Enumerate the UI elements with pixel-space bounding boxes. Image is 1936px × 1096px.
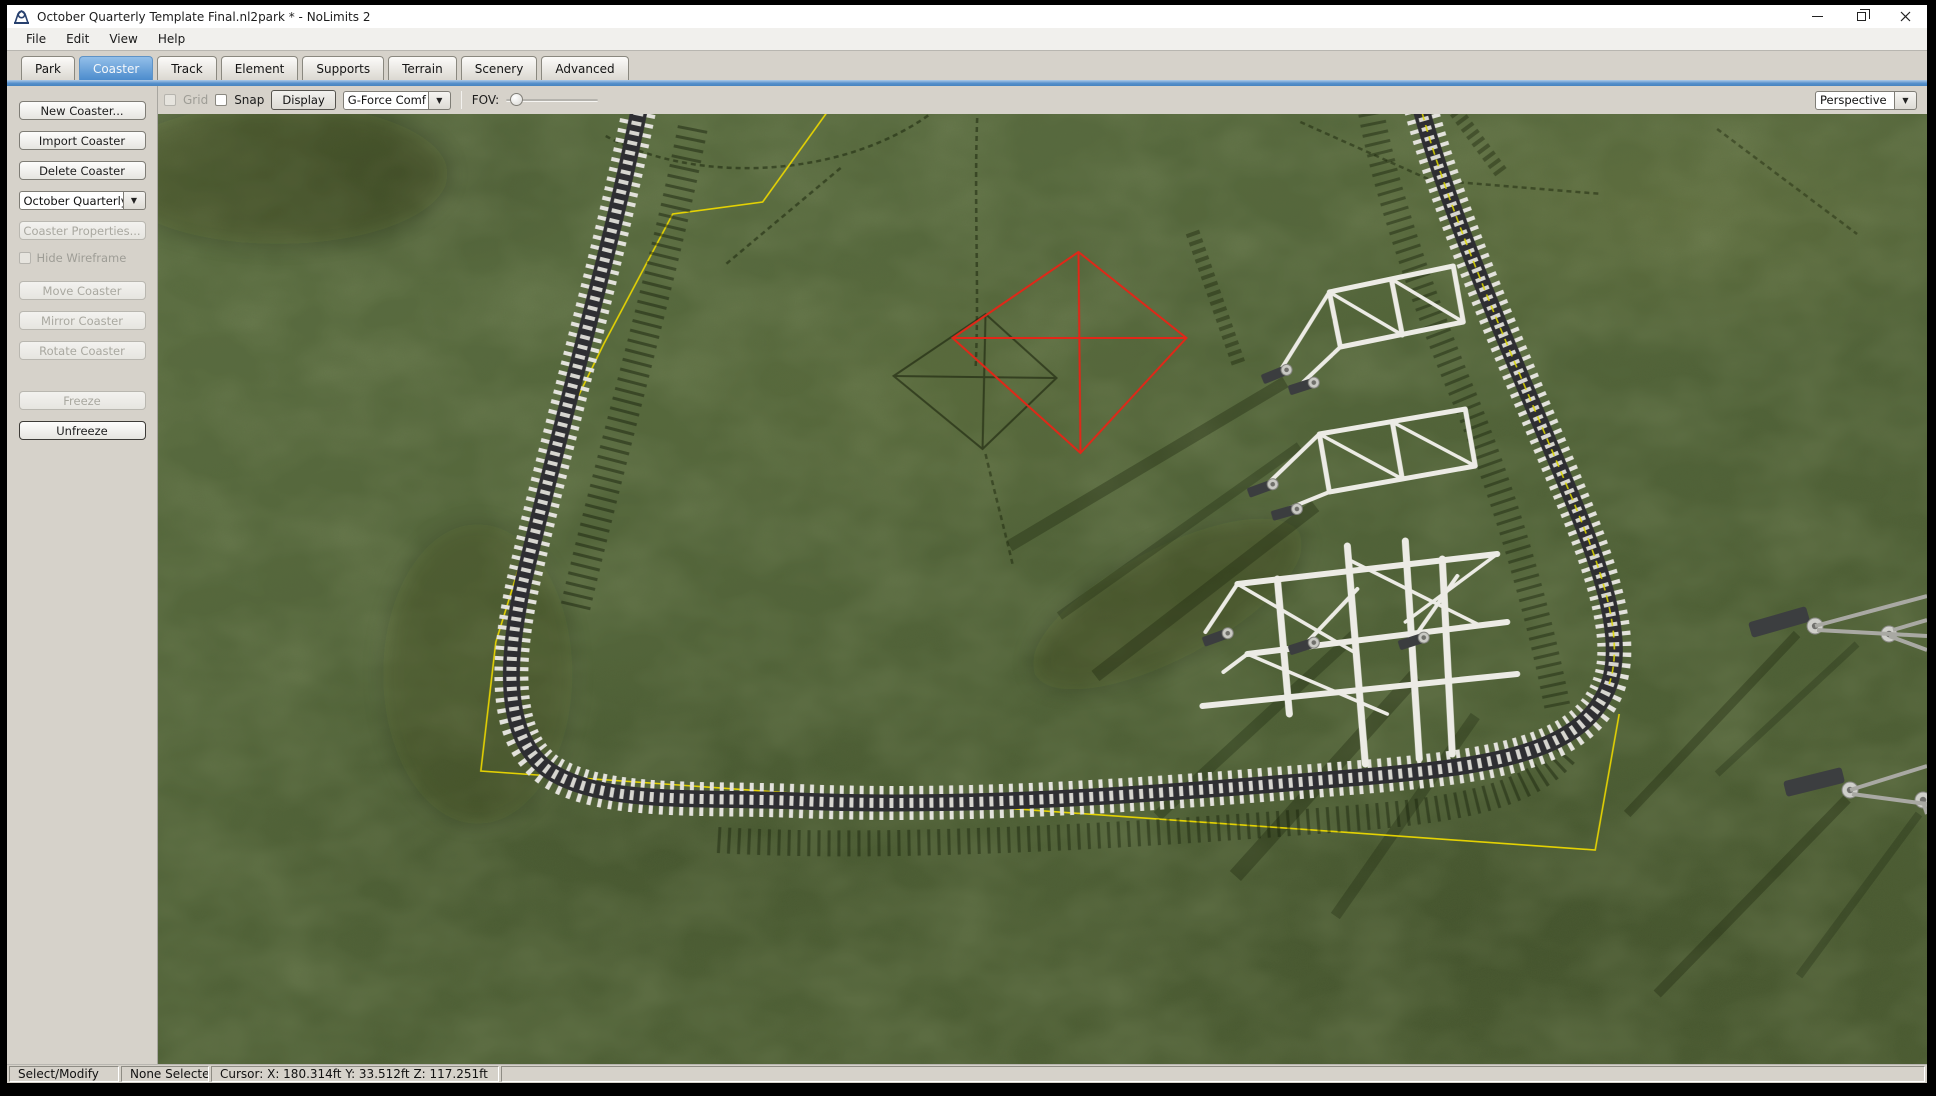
display-button[interactable]: Display: [271, 90, 335, 110]
restore-button[interactable]: [1839, 5, 1883, 28]
menu-bar: File Edit View Help: [7, 28, 1927, 51]
snap-checkbox[interactable]: [215, 94, 227, 106]
tab-bar: Park Coaster Track Element Supports Terr…: [7, 51, 1927, 80]
hide-wireframe-row: Hide Wireframe: [19, 251, 146, 265]
title-bar: October Quarterly Template Final.nl2park…: [7, 5, 1927, 28]
viewport-toolbar: Grid Snap Display G-Force Comf ▼ FOV: Pe…: [158, 86, 1927, 114]
snap-label: Snap: [234, 93, 264, 107]
chevron-down-icon[interactable]: ▼: [429, 91, 451, 110]
delete-coaster-button[interactable]: Delete Coaster: [19, 161, 146, 180]
camera-mode-value: Perspective: [1815, 91, 1895, 110]
menu-edit[interactable]: Edit: [56, 29, 99, 49]
menu-help[interactable]: Help: [148, 29, 195, 49]
grid-label: Grid: [183, 93, 208, 107]
tab-park[interactable]: Park: [21, 56, 75, 80]
camera-mode-select[interactable]: Perspective ▼: [1815, 91, 1917, 110]
restore-icon: [1857, 12, 1866, 21]
coaster-properties-button[interactable]: Coaster Properties...: [19, 221, 146, 240]
coaster-select-value: October Quarterly: [19, 191, 124, 210]
coaster-select[interactable]: October Quarterly ▼: [19, 191, 146, 210]
window-title: October Quarterly Template Final.nl2park…: [37, 10, 370, 24]
fov-label: FOV:: [472, 93, 499, 107]
chevron-down-icon[interactable]: ▼: [1895, 91, 1917, 110]
new-coaster-button[interactable]: New Coaster...: [19, 101, 146, 120]
move-coaster-button[interactable]: Move Coaster: [19, 281, 146, 300]
close-button[interactable]: [1883, 5, 1927, 28]
freeze-button[interactable]: Freeze: [19, 391, 146, 410]
hide-wireframe-label: Hide Wireframe: [37, 251, 127, 265]
coaster-sidebar: New Coaster... Import Coaster Delete Coa…: [7, 86, 157, 1064]
menu-view[interactable]: View: [99, 29, 147, 49]
window-controls: [1795, 5, 1927, 28]
tab-track[interactable]: Track: [157, 56, 216, 80]
minimize-icon: [1812, 16, 1823, 17]
display-mode-select[interactable]: G-Force Comf ▼: [343, 91, 451, 110]
mirror-coaster-button[interactable]: Mirror Coaster: [19, 311, 146, 330]
status-selection: None Selected: [121, 1066, 209, 1082]
tab-terrain[interactable]: Terrain: [388, 56, 457, 80]
tab-scenery[interactable]: Scenery: [461, 56, 538, 80]
menu-file[interactable]: File: [16, 29, 56, 49]
unfreeze-button[interactable]: Unfreeze: [19, 421, 146, 440]
status-bar: Select/Modify None Selected Cursor: X: 1…: [7, 1064, 1927, 1083]
close-icon: [1900, 11, 1911, 22]
app-window: October Quarterly Template Final.nl2park…: [7, 5, 1927, 1083]
tab-element[interactable]: Element: [221, 56, 299, 80]
fov-slider-knob[interactable]: [510, 93, 523, 106]
viewport-3d[interactable]: [158, 114, 1927, 1064]
status-spare: [501, 1066, 1925, 1082]
status-cursor: Cursor: X: 180.314ft Y: 33.512ft Z: 117.…: [211, 1066, 499, 1082]
status-mode: Select/Modify: [9, 1066, 119, 1082]
display-mode-value: G-Force Comf: [343, 91, 429, 110]
toolbar-separator: [461, 91, 462, 109]
chevron-down-icon[interactable]: ▼: [124, 191, 146, 210]
fov-slider[interactable]: [506, 92, 598, 108]
minimize-button[interactable]: [1795, 5, 1839, 28]
grid-checkbox[interactable]: [164, 94, 176, 106]
tab-coaster[interactable]: Coaster: [79, 56, 153, 80]
rotate-coaster-button[interactable]: Rotate Coaster: [19, 341, 146, 360]
import-coaster-button[interactable]: Import Coaster: [19, 131, 146, 150]
app-icon: [13, 8, 30, 25]
tab-advanced[interactable]: Advanced: [541, 56, 628, 80]
hide-wireframe-checkbox[interactable]: [19, 252, 31, 264]
tab-supports[interactable]: Supports: [302, 56, 384, 80]
